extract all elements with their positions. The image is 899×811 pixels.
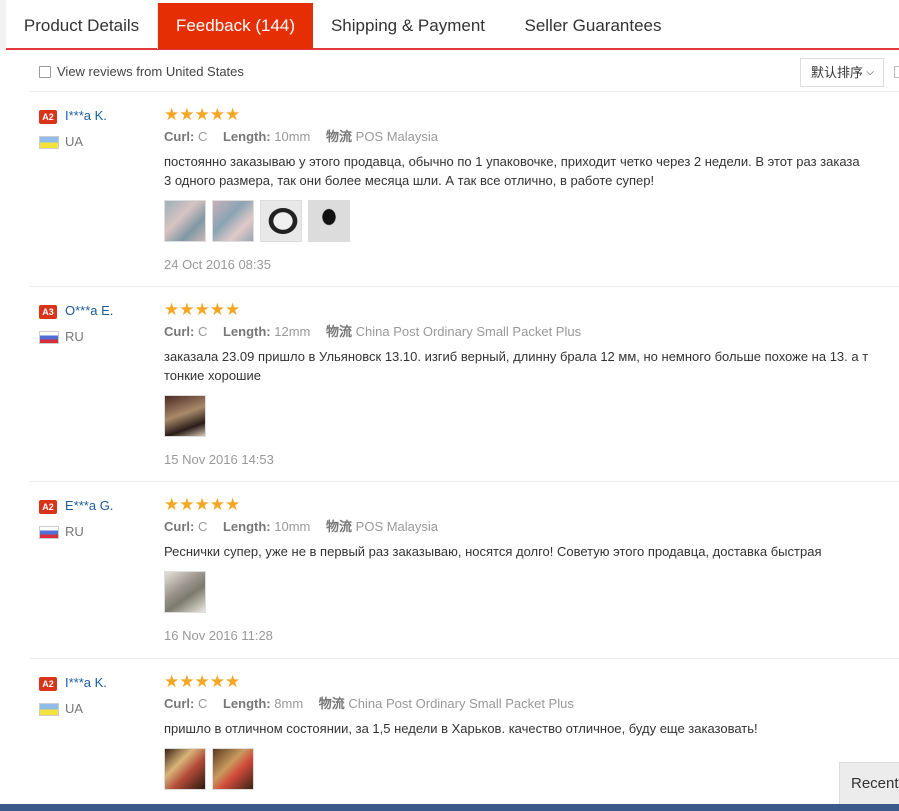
review-photos [164, 748, 899, 790]
reviewer-name[interactable]: I***a K. [65, 108, 107, 123]
order-info: Curl: C Length: 8mm 物流 China Post Ordina… [164, 695, 899, 713]
review-text: постоянно заказываю у этого продавца, об… [164, 152, 899, 190]
reviewer-country: RU [65, 329, 84, 344]
star-rating: ★★★★★ [164, 105, 241, 124]
logistics-value: POS Malaysia [355, 129, 439, 144]
length-label: Length: [222, 129, 271, 144]
curl-value: C [197, 324, 208, 339]
curl-label: Curl: [164, 129, 195, 144]
review-text-line: Реснички супер, уже не в первый раз зака… [164, 544, 822, 559]
length-label: Length: [222, 696, 271, 711]
window-bottom-bar [0, 804, 899, 811]
logistics-label: 物流 [318, 696, 345, 711]
order-info: Curl: C Length: 12mm 物流 China Post Ordin… [164, 323, 899, 341]
ukraine-flag-icon [39, 136, 59, 149]
tab-bar: Product Details Feedback (144) Shipping … [0, 0, 899, 50]
logistics-label: 物流 [326, 324, 353, 339]
review-filter-bar: View reviews from United States 默认排序 ⌵ [30, 52, 899, 92]
review-content: ★★★★★ Curl: C Length: 12mm 物流 China Post… [164, 301, 899, 467]
buyer-level-badge: A2 [39, 110, 57, 124]
tab-product-details[interactable]: Product Details [6, 3, 158, 49]
reviewer-country: RU [65, 524, 84, 539]
review-photos [164, 571, 899, 613]
tab-feedback[interactable]: Feedback (144) [158, 3, 313, 49]
length-label: Length: [222, 324, 271, 339]
review-photos [164, 200, 899, 242]
recently-viewed-button[interactable]: Recentl [839, 762, 899, 804]
logistics-value: POS Malaysia [355, 519, 439, 534]
us-reviews-checkbox[interactable] [39, 66, 51, 78]
chevron-down-icon: ⌵ [866, 67, 874, 78]
length-label: Length: [222, 519, 271, 534]
review-text-line: пришло в отличном состоянии, за 1,5 неде… [164, 721, 758, 736]
order-info: Curl: C Length: 10mm 物流 POS Malaysia [164, 518, 899, 536]
star-rating: ★★★★★ [164, 672, 241, 691]
buyer-level-badge: A2 [39, 677, 57, 691]
reviewer-country: UA [65, 701, 84, 716]
review-content: ★★★★★ Curl: C Length: 10mm 物流 POS Malays… [164, 496, 899, 643]
review-photos [164, 395, 899, 437]
review-text-line: 3 одного размера, так они более месяца ш… [164, 173, 655, 188]
curl-value: C [197, 696, 208, 711]
filter-checkbox[interactable] [894, 66, 899, 78]
sort-dropdown-label: 默认排序 [811, 65, 864, 80]
tab-seller-guarantees[interactable]: Seller Guarantees [503, 3, 683, 49]
review-item: A2 I***a K. UA ★★★★★ Curl: C Length: 10m… [30, 92, 899, 287]
review-date: 24 Oct 2016 08:35 [164, 257, 271, 272]
curl-label: Curl: [164, 324, 195, 339]
curl-label: Curl: [164, 519, 195, 534]
length-value: 10mm [274, 519, 311, 534]
logistics-value: China Post Ordinary Small Packet Plus [348, 696, 574, 711]
logistics-value: China Post Ordinary Small Packet Plus [355, 324, 582, 339]
length-value: 12mm [274, 324, 311, 339]
review-photo-thumbnail[interactable] [164, 200, 206, 242]
curl-value: C [197, 519, 208, 534]
length-value: 8mm [274, 696, 304, 711]
sort-dropdown[interactable]: 默认排序 ⌵ [800, 58, 884, 87]
ukraine-flag-icon [39, 703, 59, 716]
review-text: Реснички супер, уже не в первый раз зака… [164, 542, 899, 561]
review-text: пришло в отличном состоянии, за 1,5 неде… [164, 719, 899, 738]
logistics-label: 物流 [326, 129, 353, 144]
review-photo-thumbnail[interactable] [164, 748, 206, 790]
review-text: заказала 23.09 пришло в Ульяновск 13.10.… [164, 347, 899, 385]
review-content: ★★★★★ Curl: C Length: 10mm 物流 POS Malays… [164, 106, 899, 272]
logistics-label: 物流 [326, 519, 353, 534]
review-text-line: заказала 23.09 пришло в Ульяновск 13.10.… [164, 349, 869, 364]
review-item: A3 O***a E. RU ★★★★★ Curl: C Length: 12m… [30, 287, 899, 482]
review-item: A2 E***a G. RU ★★★★★ Curl: C Length: 10m… [30, 482, 899, 659]
review-text-line: тонкие хорошие [164, 368, 261, 383]
review-photo-thumbnail[interactable] [308, 200, 350, 242]
review-item: A2 I***a K. UA ★★★★★ Curl: C Length: 8mm… [30, 659, 899, 811]
russia-flag-icon [39, 526, 59, 539]
review-date: 16 Nov 2016 11:28 [164, 628, 273, 643]
review-photo-thumbnail[interactable] [212, 200, 254, 242]
curl-value: C [197, 129, 208, 144]
review-photo-thumbnail[interactable] [260, 200, 302, 242]
russia-flag-icon [39, 331, 59, 344]
buyer-level-badge: A3 [39, 305, 57, 319]
review-photo-thumbnail[interactable] [164, 395, 206, 437]
tab-shipping-payment[interactable]: Shipping & Payment [313, 3, 503, 49]
star-rating: ★★★★★ [164, 495, 241, 514]
star-rating: ★★★★★ [164, 300, 241, 319]
reviewer-country: UA [65, 134, 84, 149]
review-photo-thumbnail[interactable] [212, 748, 254, 790]
buyer-level-badge: A2 [39, 500, 57, 514]
review-photo-thumbnail[interactable] [164, 571, 206, 613]
us-reviews-label[interactable]: View reviews from United States [57, 64, 244, 79]
reviewer-name[interactable]: E***a G. [65, 498, 113, 513]
review-text-line: постоянно заказываю у этого продавца, об… [164, 154, 860, 169]
length-value: 10mm [274, 129, 311, 144]
review-date: 15 Nov 2016 14:53 [164, 452, 274, 467]
review-content: ★★★★★ Curl: C Length: 8mm 物流 China Post … [164, 673, 899, 790]
order-info: Curl: C Length: 10mm 物流 POS Malaysia [164, 128, 899, 146]
reviewer-name[interactable]: I***a K. [65, 675, 107, 690]
curl-label: Curl: [164, 696, 195, 711]
reviewer-name[interactable]: O***a E. [65, 303, 113, 318]
